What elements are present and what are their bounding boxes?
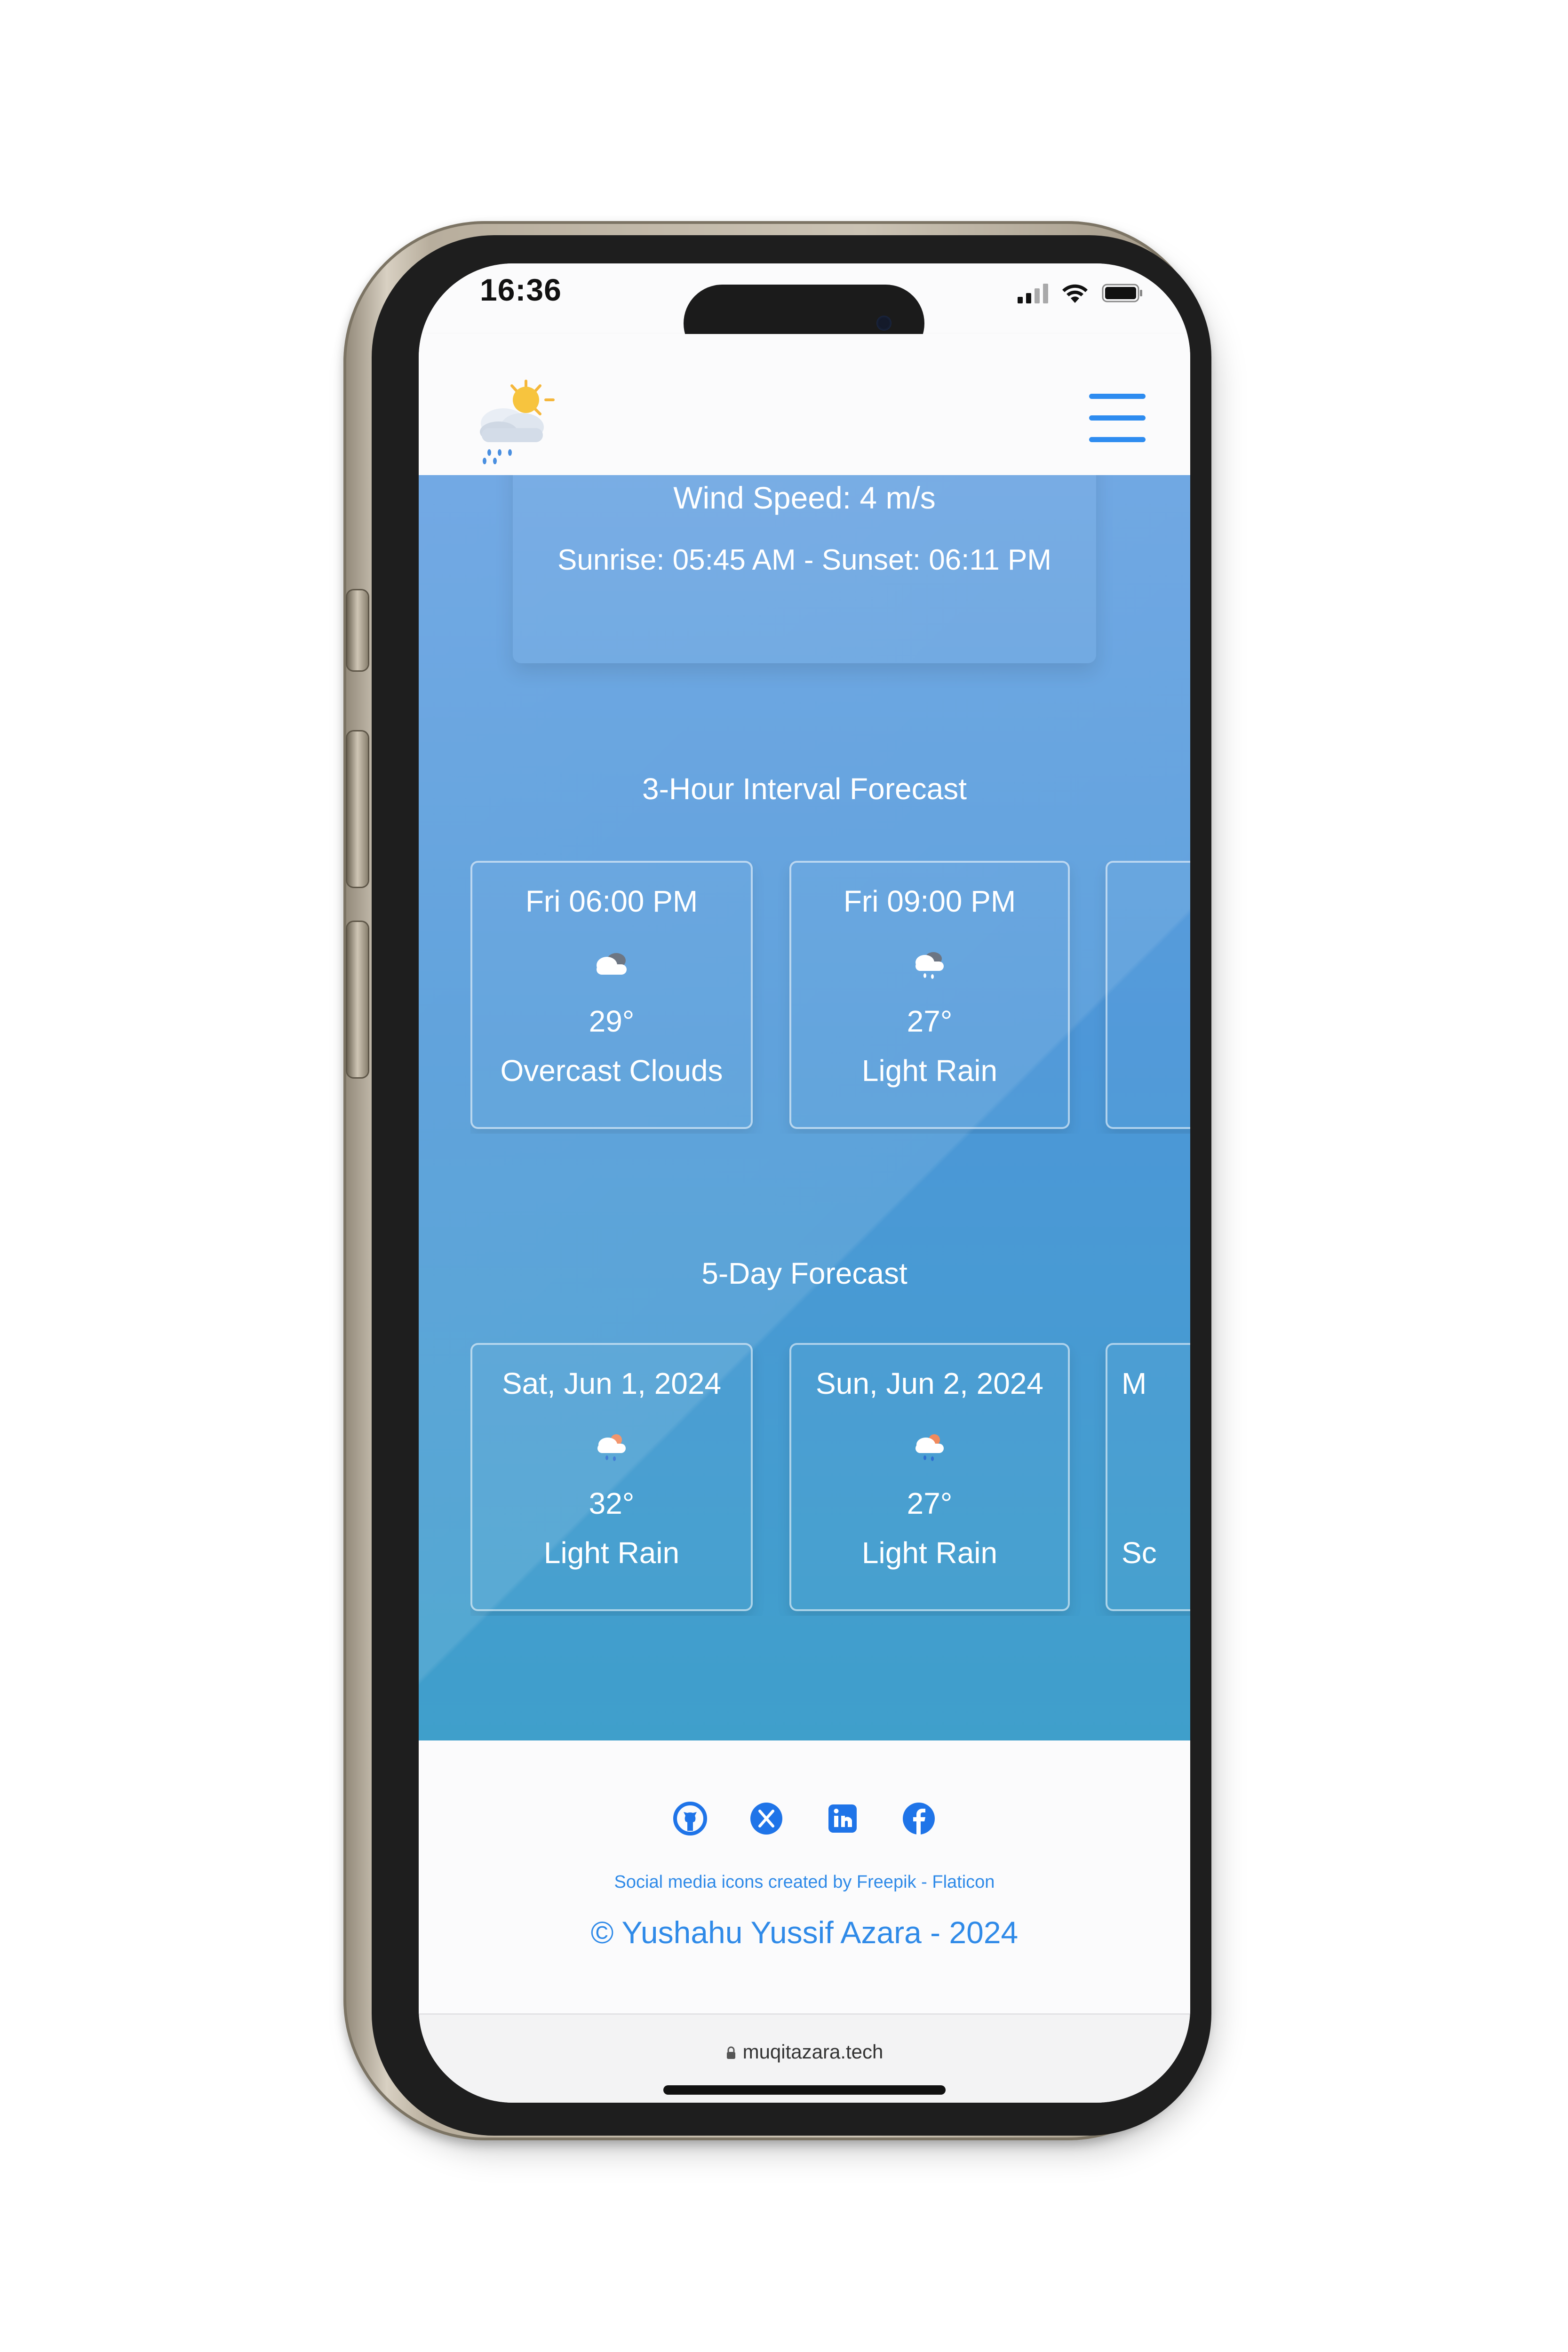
- hourly-desc: Light Rain: [861, 1054, 998, 1088]
- daily-date: Sat, Jun 1, 2024: [501, 1367, 722, 1400]
- status-bar: 16:36: [419, 263, 1190, 362]
- hourly-temp: 29°: [589, 1004, 635, 1038]
- volume-up-button: [347, 731, 368, 887]
- daily-forecast-list[interactable]: Sat, Jun 1, 2024 32° Light Rain Sun, Jun…: [470, 1343, 1190, 1616]
- x-twitter-icon[interactable]: [749, 1802, 783, 1836]
- url-display[interactable]: muqitazara.tech: [419, 2041, 1190, 2065]
- github-icon[interactable]: [673, 1802, 707, 1836]
- hourly-card: Fri 09:00 PM 27° Light Rain: [789, 861, 1070, 1129]
- battery-icon: [1102, 283, 1143, 303]
- browser-address-bar[interactable]: muqitazara.tech: [419, 2013, 1190, 2103]
- action-button: [347, 590, 368, 670]
- daily-forecast-title: 5-Day Forecast: [701, 1256, 907, 1290]
- daily-desc: Light Rain: [861, 1536, 998, 1570]
- daily-card: Sat, Jun 1, 2024 32° Light Rain: [470, 1343, 753, 1611]
- url-text: muqitazara.tech: [742, 2041, 883, 2063]
- status-icons: [1018, 282, 1143, 304]
- facebook-icon[interactable]: [902, 1802, 936, 1836]
- lock-icon: [726, 2042, 736, 2065]
- wifi-icon: [1060, 282, 1090, 304]
- home-indicator[interactable]: [663, 2085, 946, 2095]
- social-links: [419, 1802, 1190, 1836]
- overcast-clouds-icon: [593, 947, 630, 980]
- icon-credit-text: Social media icons created by Freepik - …: [614, 1872, 995, 1892]
- hourly-card: [1106, 861, 1190, 1129]
- hourly-forecast-list[interactable]: Fri 06:00 PM 29° Overcast Clouds Fri 09:…: [470, 861, 1190, 1134]
- wind-speed: Wind Speed: 4 m/s: [673, 480, 936, 515]
- main-content: Wind Speed: 4 m/s Sunrise: 05:45 AM - Su…: [419, 475, 1190, 1740]
- phone-screen: 16:36 Wind Speed: 4 m/s Sunrise: 05:45 A…: [419, 263, 1190, 2103]
- light-rain-icon: [593, 1430, 630, 1462]
- sunrise-sunset: Sunrise: 05:45 AM - Sunset: 06:11 PM: [557, 544, 1051, 576]
- daily-temp: 27°: [907, 1486, 953, 1520]
- app-header: [419, 334, 1190, 475]
- signal-icon: [1018, 283, 1048, 303]
- daily-desc: Light Rain: [543, 1536, 680, 1570]
- light-rain-icon: [911, 1430, 948, 1462]
- volume-down-button: [347, 922, 368, 1077]
- daily-desc: Sc: [1122, 1536, 1157, 1570]
- daily-card: Sun, Jun 2, 2024 27° Light Rain: [789, 1343, 1070, 1611]
- hourly-time: Fri 09:00 PM: [843, 884, 1016, 918]
- daily-date: M: [1122, 1367, 1147, 1400]
- hourly-temp: 27°: [907, 1004, 953, 1038]
- weather-logo-icon[interactable]: [470, 376, 560, 466]
- mockup-stage: 16:36 Wind Speed: 4 m/s Sunrise: 05:45 A…: [0, 0, 1568, 2352]
- status-time: 16:36: [480, 272, 562, 307]
- daily-date: Sun, Jun 2, 2024: [816, 1367, 1043, 1400]
- daily-temp: 32°: [589, 1486, 635, 1520]
- hourly-forecast-title: 3-Hour Interval Forecast: [642, 772, 967, 806]
- hourly-desc: Overcast Clouds: [500, 1054, 723, 1088]
- camera-lens: [876, 316, 891, 331]
- hamburger-menu-icon[interactable]: [1087, 388, 1148, 449]
- daily-card: M Sc: [1106, 1343, 1190, 1611]
- hourly-time: Fri 06:00 PM: [525, 884, 698, 918]
- light-rain-icon: [911, 947, 948, 980]
- page-footer: Social media icons created by Freepik - …: [419, 1740, 1190, 2013]
- linkedin-icon[interactable]: [826, 1802, 860, 1836]
- hourly-card: Fri 06:00 PM 29° Overcast Clouds: [470, 861, 753, 1129]
- copyright-text: © Yushahu Yussif Azara - 2024: [590, 1915, 1019, 1950]
